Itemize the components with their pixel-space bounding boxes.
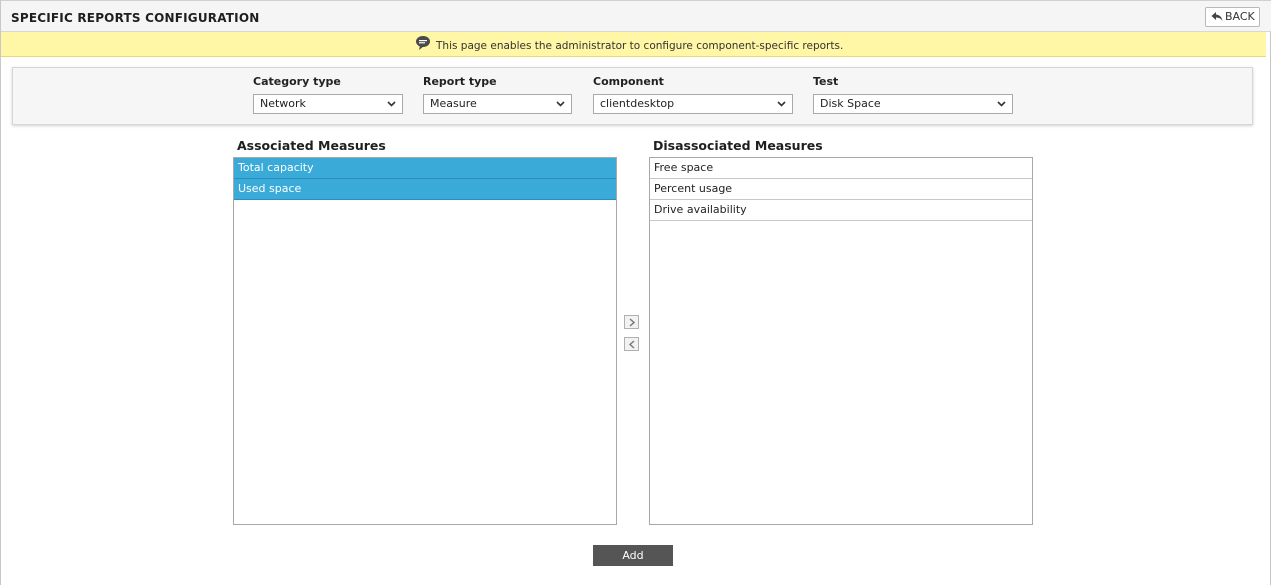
move-right-button[interactable] xyxy=(624,315,639,329)
list-item[interactable]: Total capacity xyxy=(234,158,616,179)
associated-measures-list[interactable]: Total capacity Used space xyxy=(233,157,617,525)
associated-measures-title: Associated Measures xyxy=(237,138,386,153)
test-select[interactable]: Disk Space xyxy=(813,94,1013,114)
page-title: SPECIFIC REPORTS CONFIGURATION xyxy=(11,11,260,25)
chevron-down-icon xyxy=(997,101,1006,107)
chevron-down-icon xyxy=(387,101,396,107)
back-button-label: BACK xyxy=(1225,10,1255,23)
component-value: clientdesktop xyxy=(600,97,675,110)
back-button[interactable]: BACK xyxy=(1205,7,1260,27)
info-message: This page enables the administrator to c… xyxy=(436,40,844,52)
report-type-select[interactable]: Measure xyxy=(423,94,572,114)
report-type-value: Measure xyxy=(430,97,477,110)
component-label: Component xyxy=(593,75,664,88)
title-bar: SPECIFIC REPORTS CONFIGURATION BACK xyxy=(1,0,1271,32)
list-item[interactable]: Percent usage xyxy=(650,179,1032,200)
filter-panel: Category type Network Report type Measur… xyxy=(12,67,1253,125)
speech-bubble-icon xyxy=(416,36,430,50)
chevron-down-icon xyxy=(777,101,786,107)
chevron-down-icon xyxy=(556,101,565,107)
category-type-select[interactable]: Network xyxy=(253,94,403,114)
category-type-label: Category type xyxy=(253,75,341,88)
report-type-label: Report type xyxy=(423,75,497,88)
list-item[interactable]: Used space xyxy=(234,179,616,200)
test-label: Test xyxy=(813,75,839,88)
back-arrow-icon xyxy=(1211,12,1223,21)
list-item[interactable]: Drive availability xyxy=(650,200,1032,221)
list-item[interactable]: Free space xyxy=(650,158,1032,179)
disassociated-measures-title: Disassociated Measures xyxy=(653,138,823,153)
add-button[interactable]: Add xyxy=(593,545,673,566)
component-select[interactable]: clientdesktop xyxy=(593,94,793,114)
disassociated-measures-list[interactable]: Free space Percent usage Drive availabil… xyxy=(649,157,1033,525)
test-value: Disk Space xyxy=(820,97,881,110)
chevron-right-icon xyxy=(629,318,636,327)
move-left-button[interactable] xyxy=(624,337,639,351)
category-type-value: Network xyxy=(260,97,306,110)
info-bar: This page enables the administrator to c… xyxy=(1,32,1266,57)
chevron-left-icon xyxy=(628,340,635,349)
